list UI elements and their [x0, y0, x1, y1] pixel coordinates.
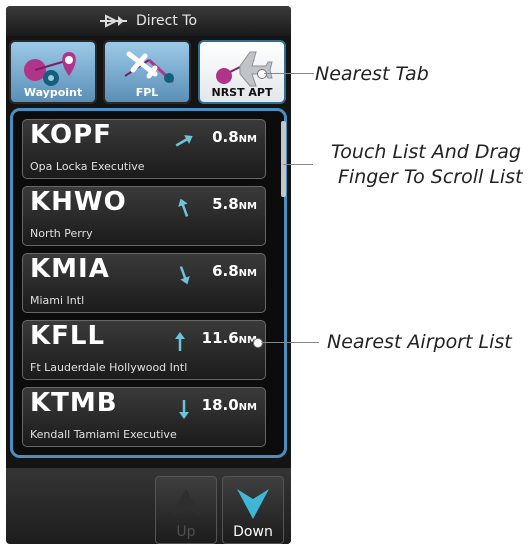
bearing-arrow-icon — [178, 198, 189, 217]
callout-scroll-line2: Finger To Scroll List — [338, 166, 523, 188]
waypoint-icon — [24, 52, 76, 86]
callout-line-airport-list — [261, 342, 319, 343]
airport-distance: 6.8NM — [212, 262, 257, 280]
up-arrow-icon — [170, 489, 202, 517]
bearing-arrow-icon — [179, 266, 190, 285]
callout-line-scroll — [283, 164, 313, 165]
airport-row[interactable]: KFLL 11.6NM Ft Lauderdale Hollywood Intl — [22, 320, 266, 380]
tab-nrst-apt-label: NRST APT — [211, 86, 273, 99]
scrollbar[interactable] — [281, 121, 286, 197]
down-arrow-icon — [237, 489, 269, 519]
airport-row[interactable]: KTMB 18.0NM Kendall Tamiami Executive — [22, 387, 266, 447]
callout-scroll-line1: Touch List And Drag — [331, 141, 521, 163]
bearing-arrow-icon — [175, 135, 193, 147]
tab-waypoint-label: Waypoint — [23, 86, 83, 99]
airport-name: Opa Locka Executive — [30, 160, 145, 173]
tab-bar: Waypoint FPL NRST APT — [6, 40, 291, 106]
down-button[interactable]: Down — [222, 476, 284, 544]
title-text: Direct To — [135, 13, 198, 29]
airport-distance: 5.8NM — [212, 195, 257, 213]
flight-plan-icon — [124, 51, 175, 84]
airport-row[interactable]: KMIA 6.8NM Miami Intl — [22, 253, 266, 313]
nearest-airport-list[interactable]: KOPF 0.8NM Opa Locka Executive KHWO 5.8NM Nor… — [10, 108, 287, 458]
callout-nearest-tab: Nearest Tab — [315, 63, 429, 85]
airport-name: Kendall Tamiami Executive — [30, 428, 177, 441]
up-button[interactable]: Up — [155, 476, 217, 544]
bearing-arrow-icon — [179, 400, 189, 419]
airport-ident: KOPF — [30, 120, 112, 150]
callout-airport-list: Nearest Airport List — [327, 331, 512, 353]
down-button-label: Down — [233, 524, 273, 540]
up-button-label: Up — [176, 524, 196, 540]
airport-ident: KTMB — [30, 388, 118, 418]
bearing-arrow-icon — [175, 332, 185, 351]
tab-nrst-apt[interactable]: NRST APT — [198, 40, 286, 104]
tab-waypoint[interactable]: Waypoint — [9, 40, 97, 104]
airport-name: North Perry — [30, 227, 93, 240]
callout-dot-airport-list — [253, 338, 263, 348]
bottom-bar: Up Down — [6, 468, 291, 544]
direct-to-icon — [99, 14, 127, 28]
tab-fpl[interactable]: FPL — [103, 40, 191, 104]
airport-row[interactable]: KHWO 5.8NM North Perry — [22, 186, 266, 246]
airport-ident: KHWO — [30, 187, 127, 217]
airport-name: Miami Intl — [30, 294, 85, 307]
nearest-airport-icon — [216, 51, 273, 87]
callout-dot-nearest-tab — [257, 69, 267, 79]
airport-distance: 18.0NM — [201, 396, 257, 414]
airport-distance: 0.8NM — [212, 128, 257, 146]
tab-fpl-label: FPL — [135, 86, 159, 99]
airport-ident: KFLL — [30, 321, 106, 351]
airport-distance: 11.6NM — [201, 329, 257, 347]
direct-to-window: Direct To Waypoint FPL NRST APT KOPF 0.8… — [6, 6, 291, 544]
title-bar: Direct To — [6, 6, 291, 36]
airport-name: Ft Lauderdale Hollywood Intl — [30, 361, 188, 374]
airport-ident: KMIA — [30, 254, 110, 284]
callout-line-nearest-tab — [264, 73, 314, 74]
airport-row[interactable]: KOPF 0.8NM Opa Locka Executive — [22, 119, 266, 179]
